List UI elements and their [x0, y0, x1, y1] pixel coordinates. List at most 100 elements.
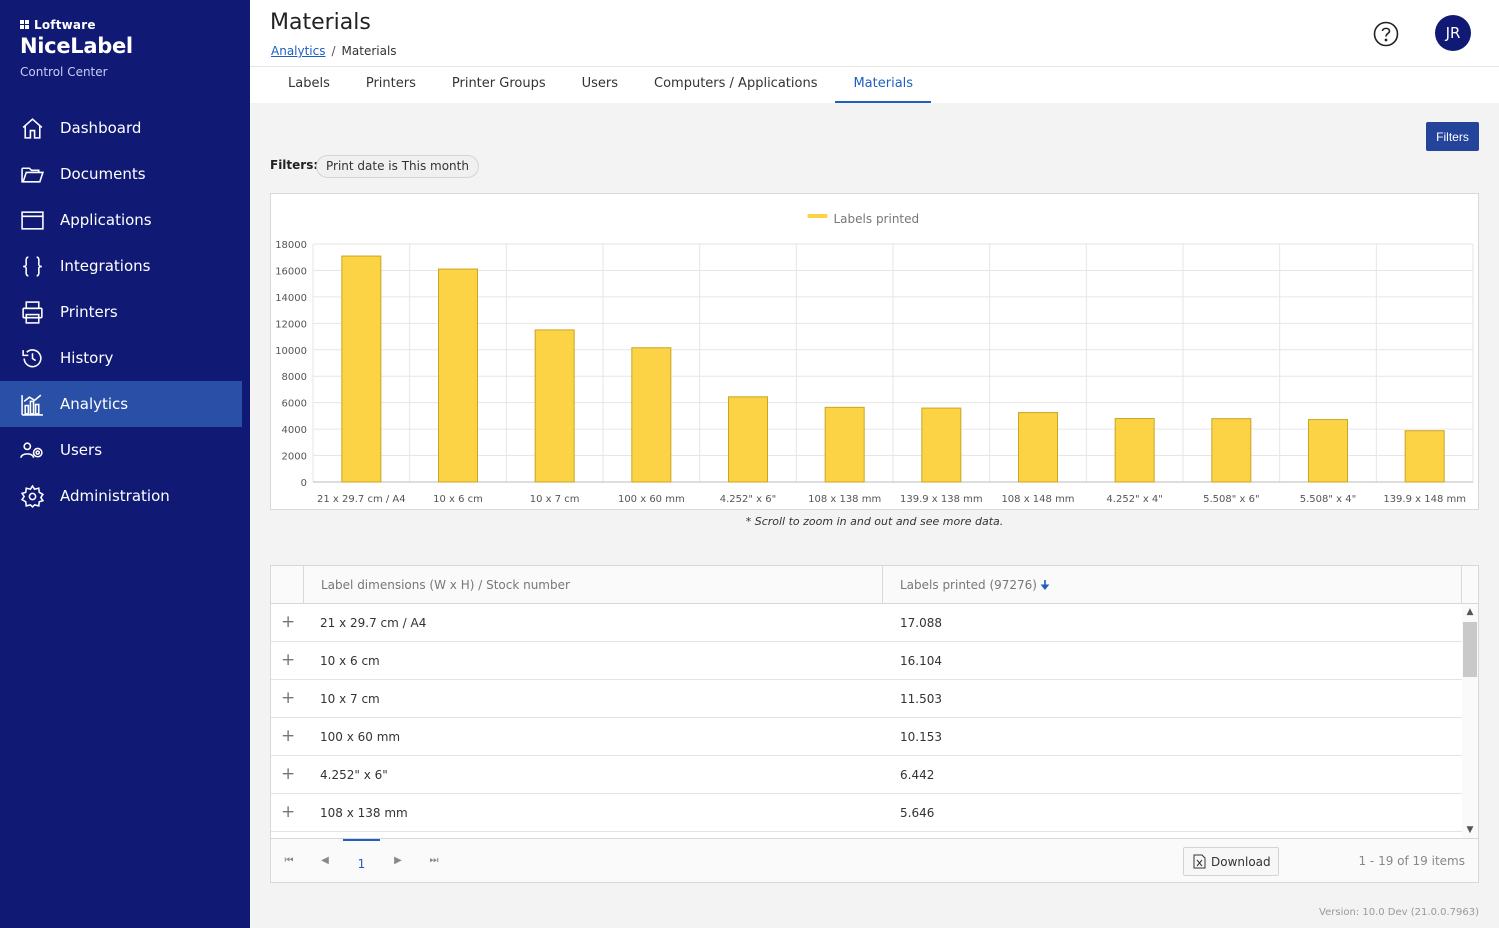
- sidebar-item-label: Printers: [60, 303, 118, 321]
- expand-row-icon[interactable]: +: [281, 765, 295, 783]
- cell-dimensions: 100 x 60 mm: [320, 730, 401, 744]
- filter-chip-print-date[interactable]: Print date is This month: [316, 155, 479, 178]
- page-number-current[interactable]: 1: [343, 839, 380, 883]
- company-logo: Loftware: [20, 18, 133, 32]
- breadcrumb-separator: /: [331, 44, 336, 58]
- bar-chart: Labels printed 0 2000 4000 6000 8000 10000 1200…: [275, 212, 1474, 505]
- sidebar-item-label: Analytics: [60, 395, 129, 413]
- cell-dimensions: 21 x 29.7 cm / A4: [320, 616, 427, 630]
- sidebar-item-printers[interactable]: Printers: [0, 289, 250, 335]
- sidebar-item-users[interactable]: Users: [0, 427, 250, 473]
- materials-grid: Label dimensions (W x H) / Stock number …: [270, 565, 1479, 883]
- download-button[interactable]: Download: [1183, 847, 1279, 876]
- chart-note: * Scroll to zoom in and out and see more…: [745, 515, 1004, 528]
- sidebar-item-dashboard[interactable]: Dashboard: [0, 105, 250, 151]
- cell-labels-printed: 5.646: [900, 806, 935, 820]
- expand-row-icon[interactable]: +: [281, 727, 295, 745]
- chart-bar[interactable]: [1018, 412, 1058, 483]
- legend-label[interactable]: Labels printed: [834, 212, 920, 226]
- table-row[interactable]: +21 x 29.7 cm / A4 17.088: [271, 604, 1462, 642]
- chart-bar[interactable]: [1404, 430, 1445, 483]
- last-page-icon[interactable]: ⏭: [426, 853, 442, 869]
- column-header-label: Label dimensions (W x H) / Stock number: [321, 578, 570, 592]
- cell-labels-printed: 11.503: [900, 692, 942, 706]
- chart-bar[interactable]: [341, 255, 382, 483]
- table-row[interactable]: +108 x 138 mm 5.646: [271, 794, 1462, 832]
- sidebar-item-analytics[interactable]: Analytics: [0, 381, 242, 427]
- scroll-up-icon[interactable]: ▲: [1462, 604, 1478, 620]
- sidebar-item-label: History: [60, 349, 114, 367]
- chart-bar[interactable]: [824, 406, 865, 483]
- y-tick-label: 0: [301, 478, 307, 489]
- column-header-labels-printed[interactable]: Labels printed (97276) 🠋: [883, 566, 1462, 604]
- sidebar-item-history[interactable]: History: [0, 335, 250, 381]
- grid-scrollbar[interactable]: ▲ ▼: [1462, 604, 1478, 838]
- x-tick-label: 5.508" x 6": [1203, 494, 1259, 505]
- x-tick-label: 10 x 7 cm: [530, 494, 580, 505]
- sidebar-item-integrations[interactable]: Integrations: [0, 243, 250, 289]
- expand-row-icon[interactable]: +: [281, 613, 295, 631]
- main-nav: Dashboard Documents Applications Integra…: [0, 105, 250, 519]
- first-page-icon[interactable]: ⏮: [281, 853, 297, 869]
- breadcrumb: Analytics / Materials: [271, 44, 397, 58]
- expand-row-icon[interactable]: +: [281, 651, 295, 669]
- x-tick-label: 108 x 148 mm: [1001, 494, 1074, 505]
- tab-printers[interactable]: Printers: [348, 67, 434, 103]
- y-tick-label: 2000: [282, 452, 307, 463]
- x-tick-label: 21 x 29.7 cm / A4: [317, 494, 406, 505]
- page-header: Materials Analytics / Materials JR: [250, 0, 1499, 67]
- home-icon: [22, 117, 43, 139]
- history-icon: [22, 348, 42, 367]
- brand-logo[interactable]: Loftware NiceLabel Control Center: [20, 18, 133, 79]
- filters-button[interactable]: Filters: [1426, 122, 1479, 151]
- table-row[interactable]: +10 x 7 cm 11.503: [271, 680, 1462, 718]
- scroll-down-icon[interactable]: ▼: [1462, 822, 1478, 838]
- chart-bar[interactable]: [534, 329, 575, 483]
- window-icon: [21, 210, 44, 230]
- sidebar-item-applications[interactable]: Applications: [0, 197, 250, 243]
- column-header-dimensions[interactable]: Label dimensions (W x H) / Stock number: [304, 566, 883, 604]
- sidebar-item-administration[interactable]: Administration: [0, 473, 250, 519]
- company-name: Loftware: [34, 18, 96, 32]
- table-row[interactable]: +4.252" x 6" 6.442: [271, 756, 1462, 794]
- grid-body: +21 x 29.7 cm / A4 17.088 +10 x 6 cm 16.104…: [271, 604, 1462, 832]
- page-title: Materials: [270, 10, 371, 35]
- previous-page-icon[interactable]: ◀: [317, 853, 333, 869]
- printer-icon: [22, 300, 43, 324]
- chart-bar[interactable]: [1308, 419, 1348, 483]
- product-name: NiceLabel: [20, 34, 133, 58]
- expand-row-icon[interactable]: +: [281, 689, 295, 707]
- excel-file-icon: [1193, 854, 1206, 869]
- tab-labels[interactable]: Labels: [270, 67, 348, 103]
- avatar[interactable]: JR: [1435, 15, 1471, 51]
- chart-bar[interactable]: [1211, 418, 1252, 483]
- tab-materials[interactable]: Materials: [835, 67, 932, 103]
- x-tick-label: 10 x 6 cm: [433, 494, 483, 505]
- chart-bar[interactable]: [728, 396, 768, 483]
- y-tick-label: 14000: [275, 293, 307, 304]
- chart-bar[interactable]: [921, 407, 962, 483]
- sidebar-item-documents[interactable]: Documents: [0, 151, 250, 197]
- tab-users[interactable]: Users: [564, 67, 636, 103]
- analytics-tabs: Labels Printers Printer Groups Users Com…: [250, 67, 1499, 103]
- help-icon[interactable]: [1373, 21, 1399, 47]
- breadcrumb-link-analytics[interactable]: Analytics: [271, 44, 326, 58]
- cell-labels-printed: 10.153: [900, 730, 942, 744]
- grid-header: Label dimensions (W x H) / Stock number …: [271, 566, 1478, 604]
- chart-bar[interactable]: [631, 347, 672, 483]
- y-tick-label: 12000: [275, 319, 307, 330]
- table-row[interactable]: +10 x 6 cm 16.104: [271, 642, 1462, 680]
- tab-printer-groups[interactable]: Printer Groups: [434, 67, 564, 103]
- sidebar-item-label: Users: [60, 441, 103, 459]
- chart-bar[interactable]: [1114, 418, 1155, 483]
- tab-computers-applications[interactable]: Computers / Applications: [636, 67, 835, 103]
- next-page-icon[interactable]: ▶: [390, 853, 406, 869]
- labels-printed-chart[interactable]: Labels printed 0 2000 4000 6000 8000 10000 1200…: [270, 193, 1479, 510]
- chart-bar[interactable]: [438, 268, 478, 483]
- table-row[interactable]: +100 x 60 mm 10.153: [271, 718, 1462, 756]
- x-tick-label: 139.9 x 138 mm: [900, 494, 983, 505]
- scroll-thumb[interactable]: [1463, 622, 1477, 677]
- legend-swatch: [807, 214, 828, 218]
- expand-row-icon[interactable]: +: [281, 803, 295, 821]
- sidebar-item-label: Dashboard: [60, 119, 142, 137]
